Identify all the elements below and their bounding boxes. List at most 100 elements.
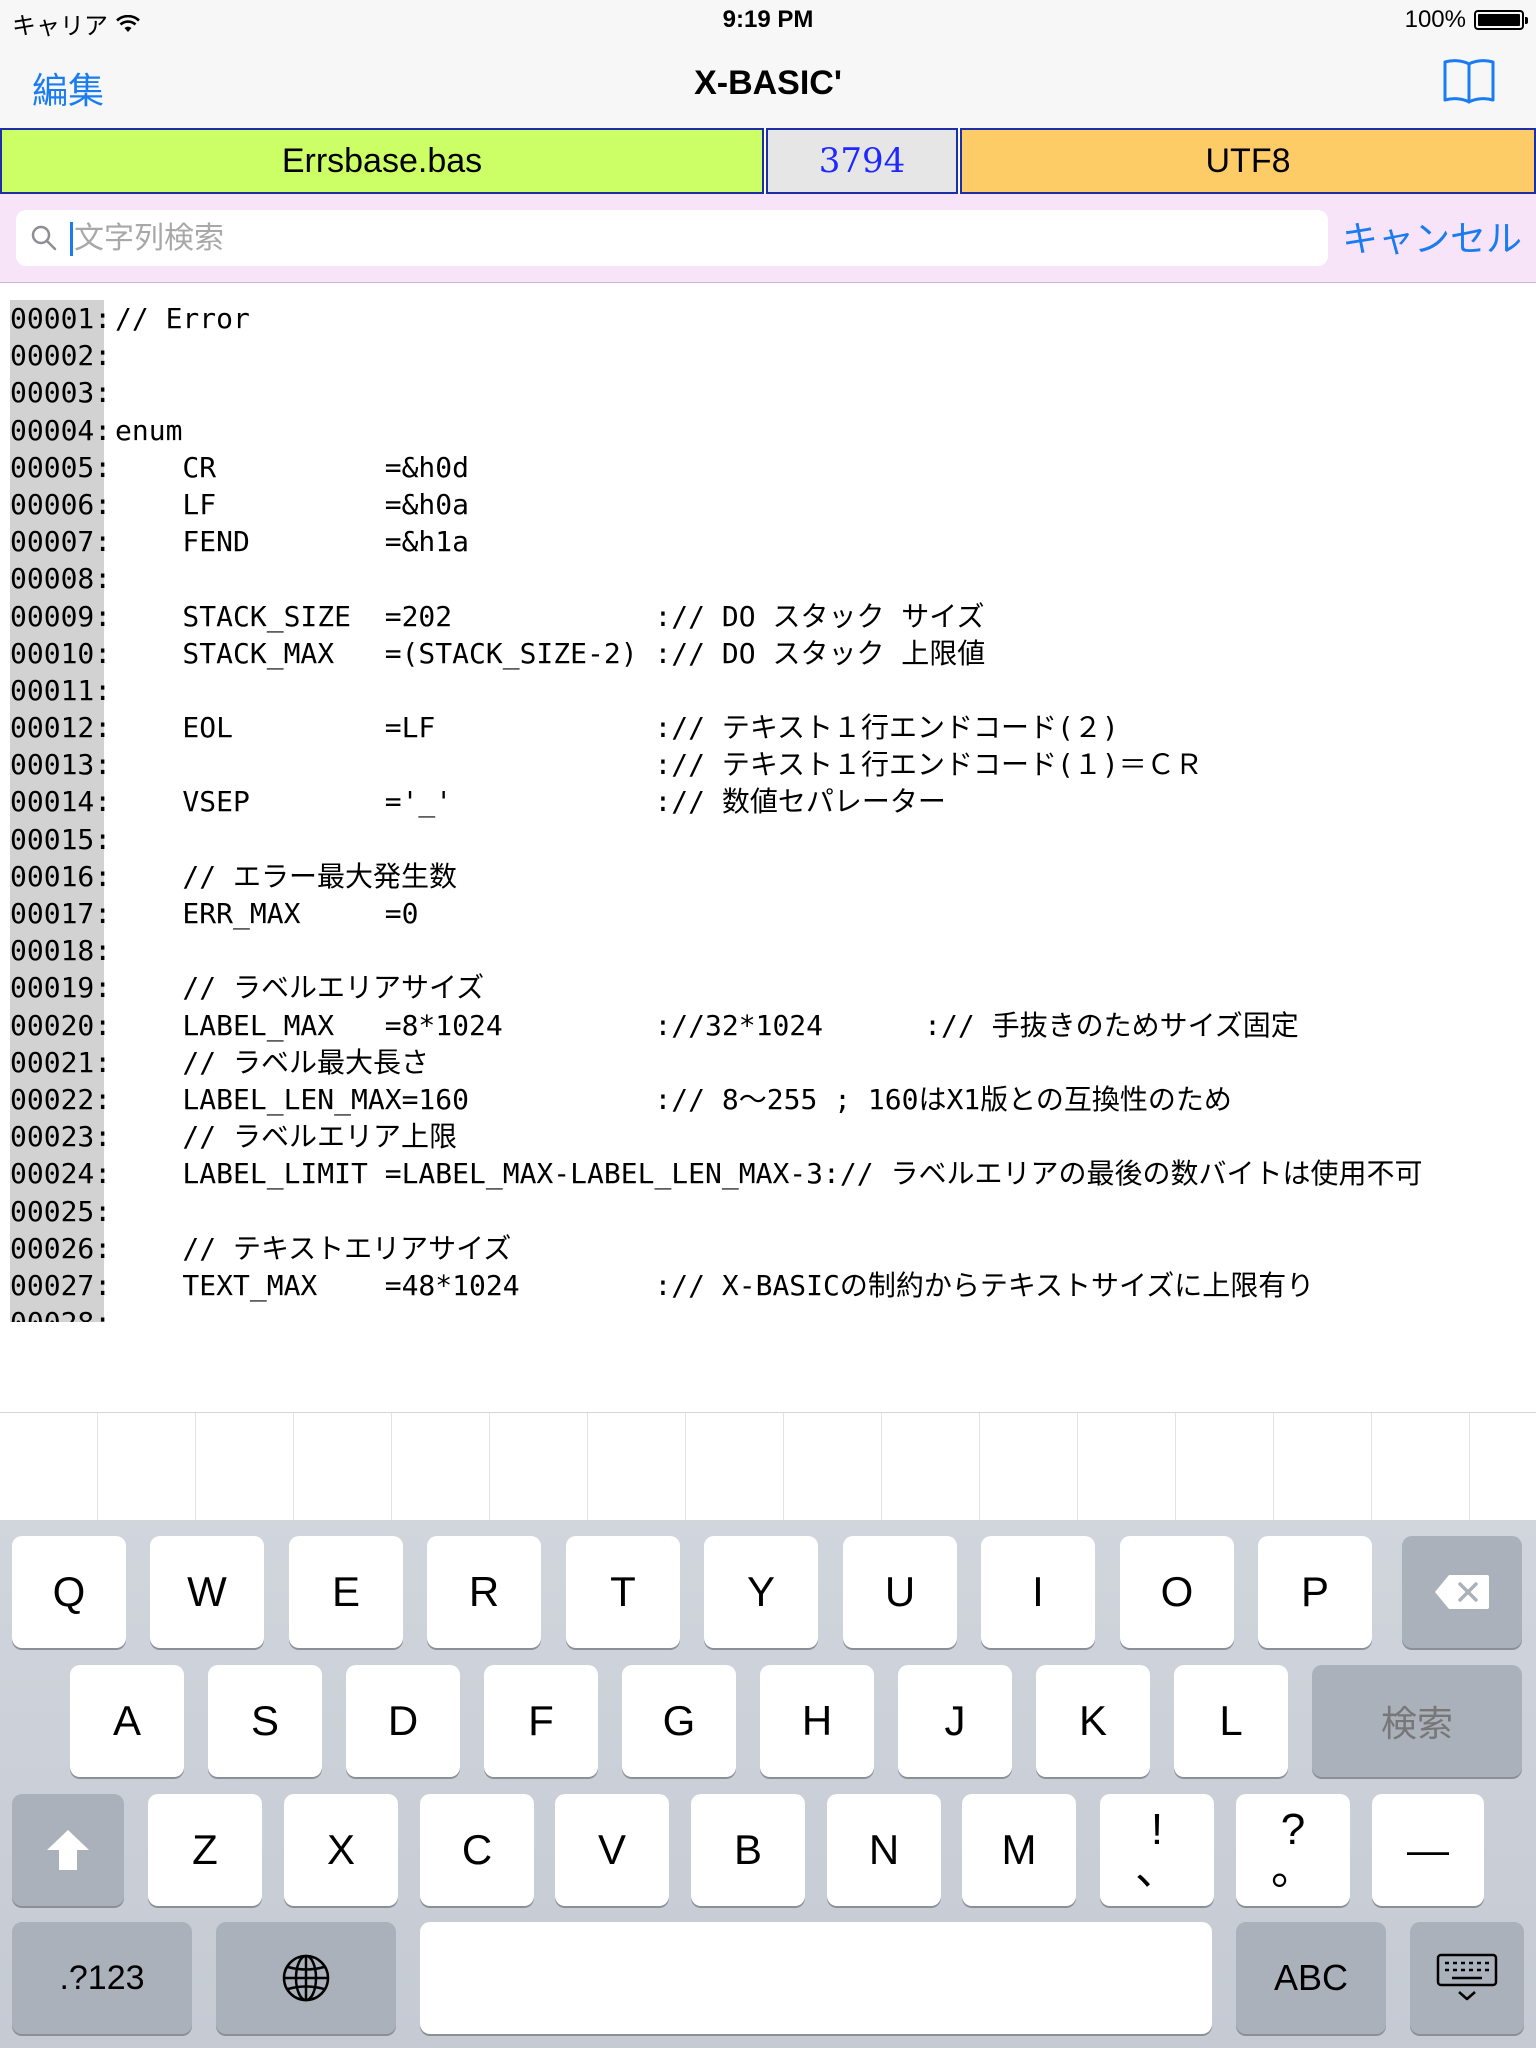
space-key[interactable] [420,1922,1212,2034]
filename-field[interactable]: Errsbase.bas [0,128,764,194]
key-w[interactable]: W [150,1536,264,1648]
key-j[interactable]: J [898,1665,1012,1777]
key-x[interactable]: X [284,1794,398,1906]
search-input[interactable] [74,210,1304,266]
key-s[interactable]: S [208,1665,322,1777]
suggestion-cell[interactable] [98,1413,196,1521]
numbers-key[interactable]: .?123 [12,1922,192,2034]
suggestion-cell[interactable] [1176,1413,1274,1521]
key-d[interactable]: D [346,1665,460,1777]
shift-key[interactable] [12,1794,124,1906]
code-line[interactable]: 00025: [0,1192,1536,1230]
key-g[interactable]: G [622,1665,736,1777]
period-glyph: 。 [1271,1845,1315,1894]
code-line[interactable]: 00017: ERR_MAX =0 [0,895,1536,933]
code-line[interactable]: 00008: [0,560,1536,598]
suggestion-cell[interactable] [1372,1413,1470,1521]
key-e[interactable]: E [289,1536,403,1648]
code-line[interactable]: 00011: [0,671,1536,710]
line-count-field[interactable]: 3794 [766,128,958,194]
code-line[interactable]: 00028: [0,1304,1536,1322]
key-c[interactable]: C [420,1794,534,1906]
key-n[interactable]: N [827,1794,941,1906]
question-key[interactable]: ? 。 [1236,1794,1350,1906]
dash-key[interactable]: — [1372,1794,1484,1906]
key-r[interactable]: R [427,1536,541,1648]
encoding-field[interactable]: UTF8 [960,128,1536,194]
code-line[interactable]: 00024: LABEL_LIMIT =LABEL_MAX-LABEL_LEN_… [0,1155,1536,1193]
code-line[interactable]: 00007: FEND =&h1a [0,523,1536,561]
line-number: 00004: [10,411,111,449]
key-y[interactable]: Y [704,1536,818,1648]
code-line[interactable]: 00009: STACK_SIZE =202 :// DO スタック サイズ [0,597,1536,635]
line-number: 00009: [10,597,111,635]
key-m[interactable]: M [962,1794,1076,1906]
code-line[interactable]: 00004: enum [0,411,1536,449]
code-line[interactable]: 00005: CR =&h0d [0,448,1536,486]
code-line[interactable]: 00002: [0,337,1536,375]
suggestion-cell[interactable] [980,1413,1078,1521]
suggestion-bar [0,1412,1536,1521]
code-line[interactable]: 00001:// Error [0,300,1536,338]
key-t[interactable]: T [566,1536,680,1648]
key-i[interactable]: I [981,1536,1095,1648]
cancel-button[interactable]: キャンセル [1342,210,1522,262]
suggestion-cell[interactable] [588,1413,686,1521]
suggestion-cell[interactable] [784,1413,882,1521]
suggestion-cell[interactable] [490,1413,588,1521]
key-v[interactable]: V [555,1794,669,1906]
line-number: 00015: [10,820,111,858]
code-view[interactable]: 00001:// Error 00002: 00003: 00004: enum 0000… [0,300,1536,1322]
key-b[interactable]: B [691,1794,805,1906]
search-key[interactable]: 検索 [1312,1665,1522,1777]
code-line[interactable]: 00026: // テキストエリアサイズ [0,1229,1536,1267]
suggestion-cell[interactable] [392,1413,490,1521]
key-u[interactable]: U [843,1536,957,1648]
suggestion-cell[interactable] [686,1413,784,1521]
code-line[interactable]: 00006: LF =&h0a [0,485,1536,524]
hide-keyboard-key[interactable] [1410,1922,1524,2034]
key-f[interactable]: F [484,1665,598,1777]
suggestion-cell[interactable] [196,1413,294,1521]
line-text: // エラー最大発生数 [115,859,458,893]
key-o[interactable]: O [1120,1536,1234,1648]
code-line[interactable]: 00012: EOL =LF :// テキスト１行エンドコード(２) [0,709,1536,747]
key-a[interactable]: A [70,1665,184,1777]
code-line[interactable]: 00010: STACK_MAX =(STACK_SIZE-2) :// DO … [0,634,1536,672]
key-l[interactable]: L [1174,1665,1288,1777]
key-p[interactable]: P [1258,1536,1372,1648]
line-number: 00008: [10,560,111,598]
suggestion-cell[interactable] [1078,1413,1176,1521]
line-text: LABEL_LIMIT =LABEL_MAX-LABEL_LEN_MAX-3:/… [115,1157,1423,1191]
code-line[interactable]: 00015: [0,820,1536,858]
key-z[interactable]: Z [148,1794,262,1906]
code-line[interactable]: 00027: TEXT_MAX =48*1024 :// X-BASICの制約か… [0,1266,1536,1305]
code-line[interactable]: 00018: [0,932,1536,970]
suggestion-cell[interactable] [1470,1413,1536,1521]
code-line[interactable]: 00021: // ラベル最大長さ [0,1043,1536,1081]
code-line[interactable]: 00022: LABEL_LEN_MAX=160 :// 8～255 ; 160… [0,1080,1536,1119]
backspace-key[interactable] [1402,1536,1522,1648]
suggestion-cell[interactable] [1274,1413,1372,1521]
key-q[interactable]: Q [12,1536,126,1648]
key-k[interactable]: K [1036,1665,1150,1777]
suggestion-cell[interactable] [0,1413,98,1521]
code-line[interactable]: 00020: LABEL_MAX =8*1024 ://32*1024 :// … [0,1006,1536,1044]
code-line[interactable]: 00023: // ラベルエリア上限 [0,1118,1536,1156]
abc-key[interactable]: ABC [1236,1922,1386,2034]
search-box[interactable] [16,210,1328,266]
code-line[interactable]: 00013: :// テキスト１行エンドコード(１)＝ＣＲ [0,746,1536,784]
key-h[interactable]: H [760,1665,874,1777]
code-line[interactable]: 00016: // エラー最大発生数 [0,857,1536,896]
exclamation-key[interactable]: ! 、 [1100,1794,1214,1906]
code-line[interactable]: 00014: VSEP ='_' :// 数値セパレーター [0,783,1536,821]
code-line[interactable]: 00003: [0,374,1536,412]
suggestion-cell[interactable] [882,1413,980,1521]
code-line[interactable]: 00019: // ラベルエリアサイズ [0,969,1536,1007]
line-text: // ラベル最大長さ [115,1045,430,1079]
suggestion-cell[interactable] [294,1413,392,1521]
globe-key[interactable] [216,1922,396,2034]
edit-button[interactable]: 編集 [32,62,104,114]
book-icon[interactable] [1442,56,1496,106]
line-number: 00024: [10,1155,111,1193]
